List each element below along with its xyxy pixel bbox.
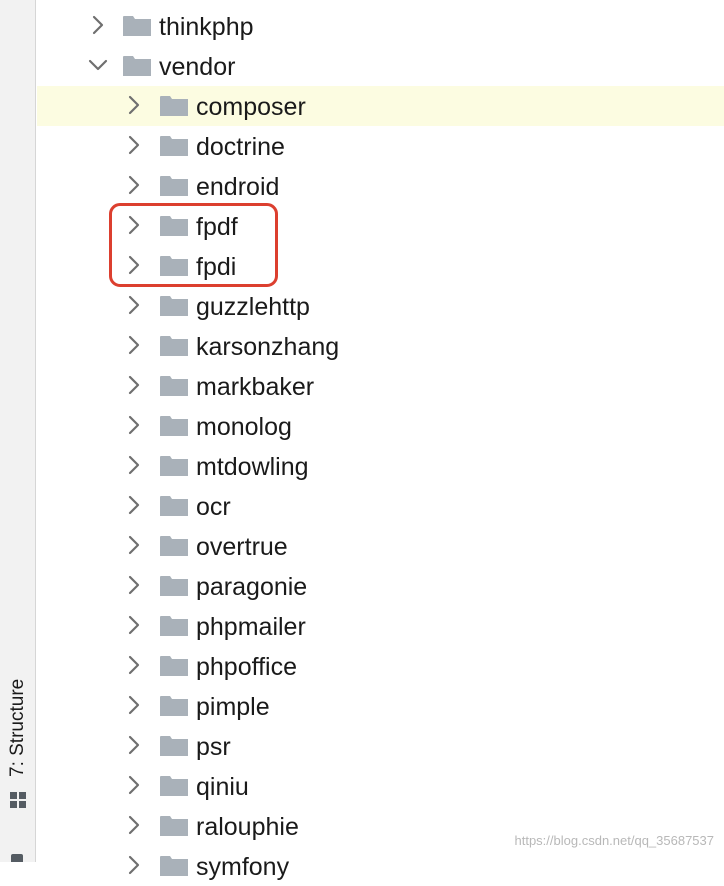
tree-item-phpoffice[interactable]: phpoffice xyxy=(37,646,724,686)
tree-item-label: composer xyxy=(196,93,306,121)
folder-icon xyxy=(159,215,189,237)
chevron-right-icon[interactable] xyxy=(122,173,146,197)
folder-icon xyxy=(159,455,189,477)
tree-item-paragonie[interactable]: paragonie xyxy=(37,566,724,606)
chevron-right-icon[interactable] xyxy=(122,253,146,277)
tree-item-ocr[interactable]: ocr xyxy=(37,486,724,526)
project-tree: thinkphp vendor composer doctrine endroi… xyxy=(37,6,724,886)
tree-item-vendor[interactable]: vendor xyxy=(37,46,724,86)
tree-item-label: endroid xyxy=(196,173,280,201)
tree-item-label: phpmailer xyxy=(196,613,306,641)
folder-icon xyxy=(159,575,189,597)
chevron-right-icon[interactable] xyxy=(122,853,146,877)
tree-item-doctrine[interactable]: doctrine xyxy=(37,126,724,166)
folder-icon xyxy=(159,695,189,717)
tree-item-label: pimple xyxy=(196,693,270,721)
folder-icon xyxy=(159,415,189,437)
chevron-right-icon[interactable] xyxy=(122,693,146,717)
chevron-right-icon[interactable] xyxy=(122,613,146,637)
tree-item-endroid[interactable]: endroid xyxy=(37,166,724,206)
chevron-right-icon[interactable] xyxy=(122,653,146,677)
chevron-right-icon[interactable] xyxy=(122,333,146,357)
chevron-right-icon[interactable] xyxy=(122,293,146,317)
tree-item-markbaker[interactable]: markbaker xyxy=(37,366,724,406)
chevron-right-icon[interactable] xyxy=(122,733,146,757)
tree-item-fpdf[interactable]: fpdf xyxy=(37,206,724,246)
structure-tool-tab[interactable]: 7: Structure xyxy=(2,652,34,822)
chevron-right-icon[interactable] xyxy=(122,573,146,597)
tree-item-label: psr xyxy=(196,733,231,761)
side-tool-strip: 7: Structure xyxy=(0,0,36,862)
tree-item-label: karsonzhang xyxy=(196,333,340,361)
chevron-right-icon[interactable] xyxy=(122,453,146,477)
tree-item-label: vendor xyxy=(159,53,236,81)
tree-item-label: paragonie xyxy=(196,573,308,601)
folder-icon xyxy=(159,135,189,157)
folder-icon xyxy=(159,775,189,797)
tree-item-label: overtrue xyxy=(196,533,288,561)
folder-icon xyxy=(159,295,189,317)
chevron-right-icon[interactable] xyxy=(122,533,146,557)
tree-item-thinkphp[interactable]: thinkphp xyxy=(37,6,724,46)
side-tool-icon[interactable] xyxy=(11,854,23,862)
tree-item-label: markbaker xyxy=(196,373,315,401)
tree-item-label: monolog xyxy=(196,413,292,441)
chevron-right-icon[interactable] xyxy=(122,93,146,117)
chevron-right-icon[interactable] xyxy=(122,373,146,397)
tree-item-label: ralouphie xyxy=(196,813,299,841)
tree-item-psr[interactable]: psr xyxy=(37,726,724,766)
tree-item-phpmailer[interactable]: phpmailer xyxy=(37,606,724,646)
folder-icon xyxy=(159,855,189,877)
folder-icon xyxy=(159,495,189,517)
watermark-text: https://blog.csdn.net/qq_35687537 xyxy=(514,833,715,848)
chevron-right-icon[interactable] xyxy=(122,493,146,517)
tree-item-label: qiniu xyxy=(196,773,249,801)
folder-icon xyxy=(159,735,189,757)
tree-item-mtdowling[interactable]: mtdowling xyxy=(37,446,724,486)
folder-icon xyxy=(122,15,152,37)
tree-item-label: mtdowling xyxy=(196,453,309,481)
chevron-down-icon[interactable] xyxy=(86,53,110,77)
tree-item-guzzlehttp[interactable]: guzzlehttp xyxy=(37,286,724,326)
tree-item-symfony[interactable]: symfony xyxy=(37,846,724,886)
folder-icon xyxy=(159,535,189,557)
chevron-right-icon[interactable] xyxy=(122,413,146,437)
chevron-right-icon[interactable] xyxy=(86,13,110,37)
tree-item-fpdi[interactable]: fpdi xyxy=(37,246,724,286)
tree-item-overtrue[interactable]: overtrue xyxy=(37,526,724,566)
tree-item-composer[interactable]: composer xyxy=(37,86,724,126)
structure-icon xyxy=(10,792,28,810)
tree-item-qiniu[interactable]: qiniu xyxy=(37,766,724,806)
tree-item-label: phpoffice xyxy=(196,653,298,681)
chevron-right-icon[interactable] xyxy=(122,813,146,837)
folder-icon xyxy=(159,655,189,677)
folder-icon xyxy=(159,375,189,397)
tree-item-monolog[interactable]: monolog xyxy=(37,406,724,446)
tree-item-label: guzzlehttp xyxy=(196,293,310,321)
tree-item-label: symfony xyxy=(196,853,290,881)
folder-icon xyxy=(159,95,189,117)
tree-item-label: fpdf xyxy=(196,213,238,241)
chevron-right-icon[interactable] xyxy=(122,133,146,157)
tree-item-label: doctrine xyxy=(196,133,285,161)
tree-item-karsonzhang[interactable]: karsonzhang xyxy=(37,326,724,366)
folder-icon xyxy=(159,175,189,197)
tree-item-label: thinkphp xyxy=(159,13,254,41)
folder-icon xyxy=(159,335,189,357)
chevron-right-icon[interactable] xyxy=(122,773,146,797)
folder-icon xyxy=(159,815,189,837)
chevron-right-icon[interactable] xyxy=(122,213,146,237)
folder-icon xyxy=(159,255,189,277)
structure-tab-label: 7: Structure xyxy=(7,678,28,777)
tree-item-label: fpdi xyxy=(196,253,237,281)
tree-item-label: ocr xyxy=(196,493,231,521)
folder-icon xyxy=(122,55,152,77)
tree-item-pimple[interactable]: pimple xyxy=(37,686,724,726)
folder-icon xyxy=(159,615,189,637)
